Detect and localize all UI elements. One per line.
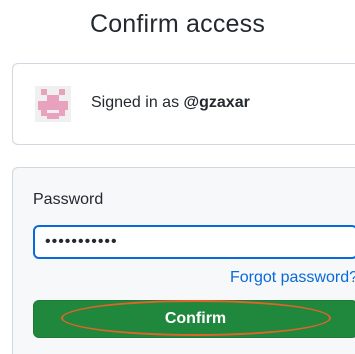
password-label: Password: [33, 191, 104, 208]
page-title: Confirm access: [89, 10, 266, 38]
avatar: [35, 86, 71, 122]
forgot-password-link[interactable]: Forgot password?: [203, 269, 355, 287]
username: @gzaxar: [183, 94, 250, 111]
password-form: Password Forgot password? Confirm: [12, 167, 355, 354]
password-input[interactable]: [33, 225, 355, 259]
confirm-access-page: Confirm access Signed in as @gzaxar Pass…: [0, 0, 355, 354]
confirm-button[interactable]: Confirm: [33, 300, 355, 338]
signed-in-prefix: Signed in as: [91, 94, 184, 111]
signed-in-panel: Signed in as @gzaxar: [12, 63, 355, 145]
signed-in-text: Signed in as @gzaxar: [91, 94, 250, 112]
